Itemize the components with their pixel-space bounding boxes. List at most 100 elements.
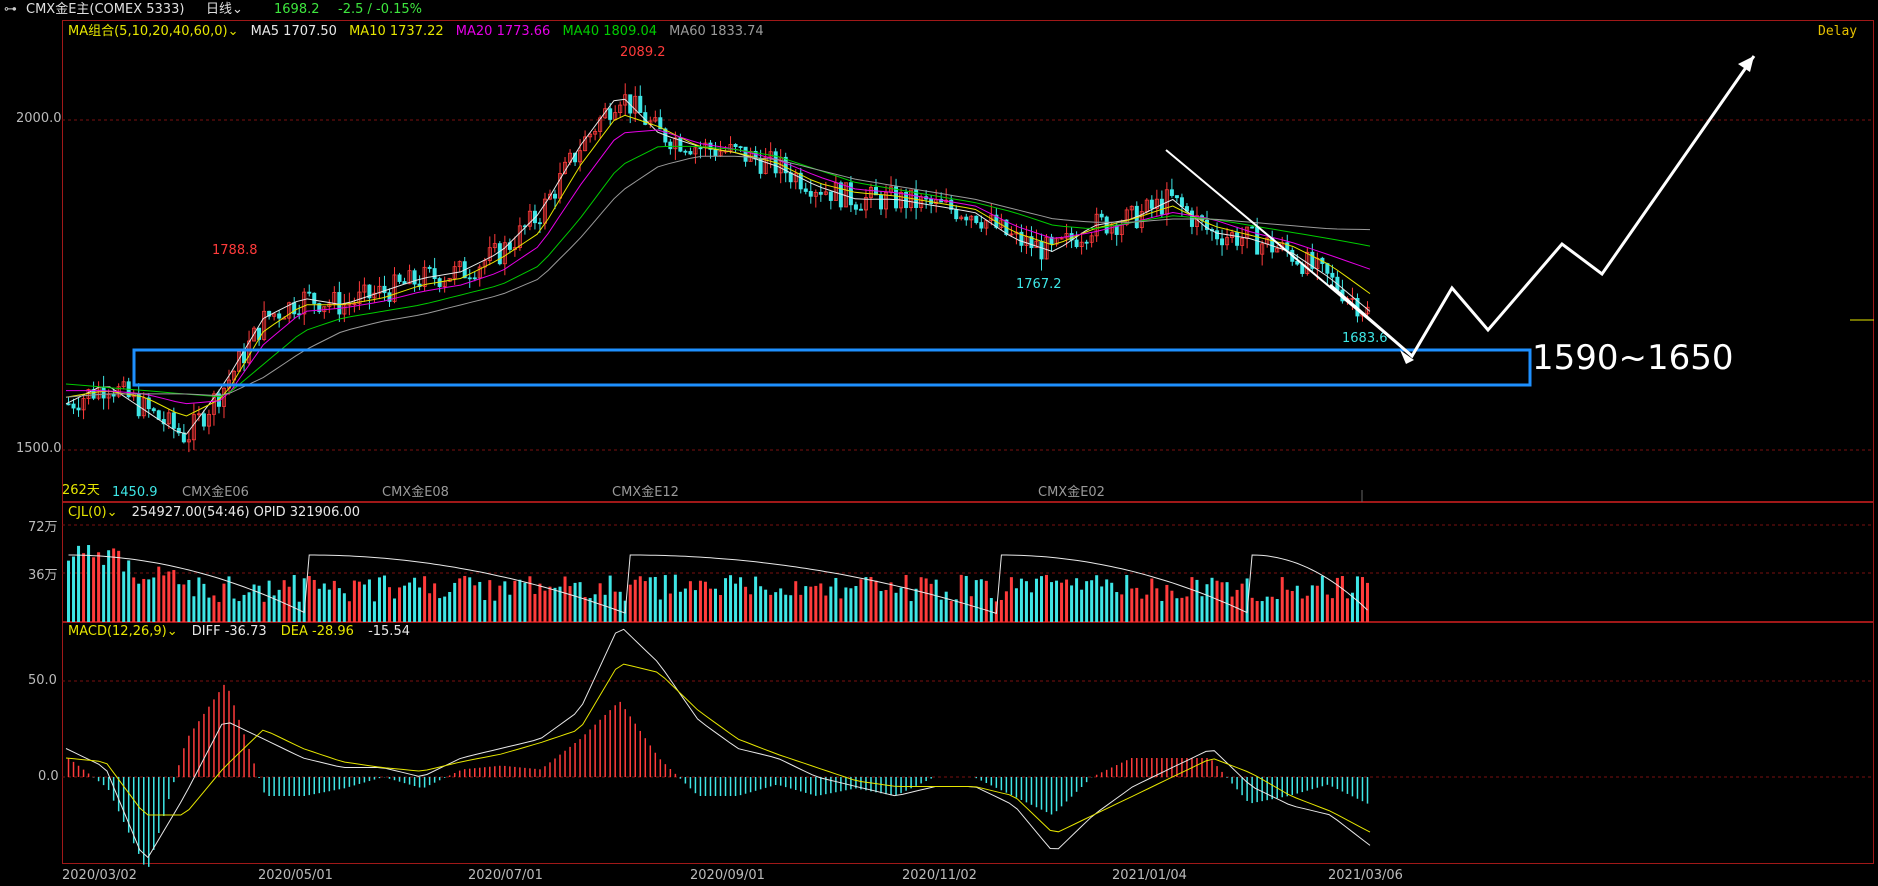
volume-bar bbox=[538, 583, 542, 622]
volume-bar bbox=[403, 585, 407, 622]
volume-bar bbox=[1065, 579, 1069, 622]
volume-bar bbox=[814, 585, 818, 622]
volume-bar bbox=[352, 580, 356, 622]
volume-bar bbox=[744, 586, 748, 622]
volume-bar bbox=[1039, 576, 1043, 622]
volume-bar bbox=[1235, 589, 1239, 622]
dea-line bbox=[65, 663, 1371, 833]
volume-bar bbox=[784, 594, 788, 622]
volume-bar bbox=[633, 579, 637, 622]
volume-bar bbox=[1050, 582, 1054, 622]
volume-bar bbox=[142, 578, 146, 622]
volume-bar bbox=[292, 575, 296, 622]
volume-bar bbox=[658, 599, 662, 622]
volume-bar bbox=[453, 582, 457, 622]
candle-body bbox=[1235, 232, 1240, 246]
volume-bar bbox=[448, 591, 452, 622]
candle-body bbox=[788, 172, 793, 183]
volume-bar bbox=[87, 545, 91, 622]
volume-bar bbox=[668, 593, 672, 622]
volume-bar bbox=[1345, 598, 1349, 622]
candle-body bbox=[1220, 238, 1225, 246]
candle-body bbox=[1099, 213, 1104, 218]
chart-canvas[interactable] bbox=[0, 0, 1878, 886]
volume-bar bbox=[1240, 583, 1244, 622]
volume-bar bbox=[578, 582, 582, 622]
volume-bar bbox=[789, 595, 793, 622]
volume-bar bbox=[1155, 588, 1159, 622]
candle-body bbox=[76, 407, 81, 411]
volume-bar bbox=[1265, 596, 1269, 622]
volume-bar bbox=[493, 600, 497, 622]
volume-bar bbox=[1019, 578, 1023, 622]
candle-body bbox=[111, 394, 116, 397]
volume-bar bbox=[132, 577, 136, 622]
volume-bar bbox=[372, 601, 376, 622]
volume-bar bbox=[914, 588, 918, 622]
volume-bar bbox=[1175, 598, 1179, 622]
volume-bar bbox=[593, 594, 597, 622]
volume-bar bbox=[222, 583, 226, 622]
volume-bar bbox=[1325, 594, 1329, 622]
candle-body bbox=[979, 222, 984, 229]
volume-bar bbox=[939, 599, 943, 622]
volume-bar bbox=[1340, 576, 1344, 622]
volume-bar bbox=[749, 594, 753, 622]
volume-bar bbox=[342, 593, 346, 622]
volume-bar bbox=[1290, 591, 1294, 622]
volume-bar bbox=[678, 591, 682, 622]
volume-bar bbox=[347, 601, 351, 622]
volume-bar bbox=[438, 598, 442, 622]
candle-body bbox=[668, 141, 673, 150]
volume-bar bbox=[1120, 594, 1124, 622]
volume-bar bbox=[382, 575, 386, 622]
volume-bar bbox=[232, 598, 236, 622]
volume-bar bbox=[944, 591, 948, 622]
volume-bar bbox=[192, 596, 196, 622]
candle-body bbox=[713, 148, 718, 157]
volume-bar bbox=[899, 587, 903, 622]
volume-bar bbox=[774, 592, 778, 622]
volume-bar bbox=[82, 553, 86, 622]
volume-bar bbox=[1355, 576, 1359, 622]
volume-bar bbox=[759, 586, 763, 622]
volume-bar bbox=[1085, 581, 1089, 622]
volume-bar bbox=[1310, 585, 1314, 622]
volume-bar bbox=[769, 594, 773, 622]
volume-bar bbox=[337, 588, 341, 622]
volume-bar bbox=[282, 580, 286, 622]
volume-bar bbox=[1110, 582, 1114, 622]
volume-bar bbox=[488, 580, 492, 622]
volume-bar bbox=[989, 598, 993, 622]
candle-body bbox=[818, 191, 823, 195]
volume-bar bbox=[387, 587, 391, 622]
volume-bar bbox=[478, 581, 482, 622]
volume-bar bbox=[563, 576, 567, 622]
volume-bar bbox=[1135, 587, 1139, 622]
volume-bar bbox=[267, 580, 271, 622]
volume-bar bbox=[739, 577, 743, 622]
volume-bar bbox=[172, 570, 176, 622]
volume-bar bbox=[508, 594, 512, 622]
volume-bar bbox=[182, 584, 186, 622]
candle-body bbox=[1039, 240, 1044, 260]
candle-body bbox=[1174, 195, 1179, 199]
volume-bar bbox=[603, 594, 607, 622]
support-zone-box bbox=[132, 348, 1532, 387]
volume-bar bbox=[1215, 580, 1219, 622]
volume-bar bbox=[1185, 596, 1189, 622]
volume-bar bbox=[708, 588, 712, 622]
volume-bar bbox=[1004, 591, 1008, 622]
volume-bar bbox=[869, 576, 873, 622]
volume-bar bbox=[729, 575, 733, 622]
candle-body bbox=[808, 191, 813, 197]
candle-body bbox=[337, 292, 342, 315]
volume-bar bbox=[473, 585, 477, 622]
volume-bar bbox=[117, 550, 121, 622]
ma-line-ma20 bbox=[66, 129, 1371, 405]
volume-bar bbox=[1009, 577, 1013, 622]
volume-bar bbox=[663, 575, 667, 622]
volume-bar bbox=[548, 586, 552, 622]
volume-bar bbox=[713, 588, 717, 622]
diff-line bbox=[65, 628, 1371, 859]
